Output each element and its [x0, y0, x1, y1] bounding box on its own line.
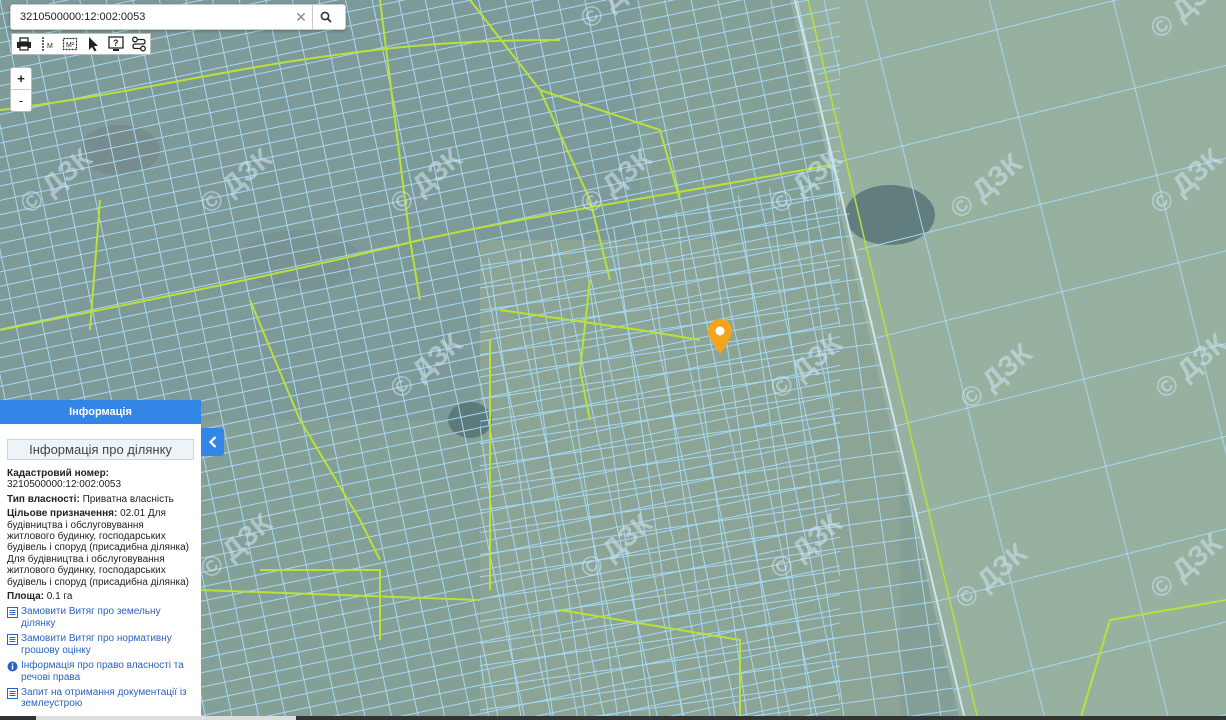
map-toolbar: M M² ?	[11, 33, 151, 55]
link-label: Інформація про право власності та речові…	[21, 660, 184, 683]
purpose-row: Цільове призначення: 02.01 Для будівницт…	[7, 508, 194, 588]
ownership-value: Приватна власність	[82, 493, 174, 505]
zoom-in-button[interactable]: +	[11, 68, 31, 90]
purpose-label: Цільове призначення:	[7, 508, 118, 520]
purpose-value: 02.01 Для будівництва і обслуговування ж…	[7, 508, 189, 588]
measure-distance-icon: M	[41, 37, 53, 51]
ownership-row: Тип власності: Приватна власність	[7, 494, 194, 505]
info-icon	[7, 661, 18, 672]
area-row: Площа: 0.1 га	[7, 591, 194, 602]
ownership-rights-link[interactable]: Інформація про право власності та речові…	[7, 660, 194, 683]
collapse-panel-button[interactable]	[201, 428, 224, 456]
chevron-left-icon	[208, 436, 216, 448]
measure-area-button[interactable]: M²	[58, 34, 81, 54]
svg-text:?: ?	[113, 38, 119, 48]
search-box: ✕	[10, 4, 346, 30]
ownership-label: Тип власності:	[7, 493, 80, 505]
land-documentation-request-link[interactable]: Запит на отримання документації із земле…	[7, 687, 194, 710]
panel-subheader: Інформація про ділянку	[7, 439, 194, 460]
parcel-details: Кадастровий номер: 3210500000:12:002:005…	[0, 468, 201, 710]
document-icon	[7, 634, 18, 646]
document-icon	[7, 687, 18, 699]
panel-header: Інформація	[0, 400, 201, 424]
zoom-out-button[interactable]: -	[11, 90, 31, 111]
area-value: 0.1 га	[46, 591, 73, 603]
cadastral-number-label: Кадастровий номер:	[7, 468, 110, 479]
help-icon: ?	[107, 36, 124, 51]
measure-area-icon: M²	[62, 37, 77, 51]
clear-icon[interactable]: ✕	[290, 9, 312, 26]
pointer-icon	[88, 37, 98, 52]
location-marker[interactable]	[707, 318, 733, 360]
select-button[interactable]	[81, 34, 104, 54]
route-button[interactable]	[127, 34, 150, 54]
area-label: Площа:	[7, 591, 44, 603]
zoom-control: + -	[10, 67, 32, 112]
cadastral-number-row: Кадастровий номер: 3210500000:12:002:005…	[7, 468, 194, 491]
svg-text:M²: M²	[66, 42, 75, 49]
map-pin-icon	[708, 319, 732, 354]
link-label: Запит на отримання документації із земле…	[21, 686, 187, 710]
bottom-scrollbar[interactable]	[0, 716, 1226, 720]
printer-icon	[16, 37, 31, 51]
search-icon	[320, 11, 332, 23]
print-button[interactable]	[12, 34, 35, 54]
help-button[interactable]: ?	[104, 34, 127, 54]
route-icon	[131, 36, 146, 52]
order-extract-link[interactable]: Замовити Витяг про земельну ділянку	[7, 606, 194, 629]
link-label: Замовити Витяг про нормативну грошову оц…	[21, 633, 172, 656]
scrollbar-thumb[interactable]	[36, 716, 296, 720]
link-label: Замовити Витяг про земельну ділянку	[21, 606, 161, 629]
document-icon	[7, 607, 18, 619]
svg-text:M: M	[47, 43, 53, 50]
info-panel: Інформація Інформація про ділянку Кадаст…	[0, 400, 201, 720]
measure-distance-button[interactable]: M	[35, 34, 58, 54]
search-input[interactable]	[20, 6, 290, 28]
search-button[interactable]	[312, 5, 339, 29]
cadastral-number-value: 3210500000:12:002:0053	[7, 479, 122, 491]
order-valuation-link[interactable]: Замовити Витяг про нормативну грошову оц…	[7, 633, 194, 656]
